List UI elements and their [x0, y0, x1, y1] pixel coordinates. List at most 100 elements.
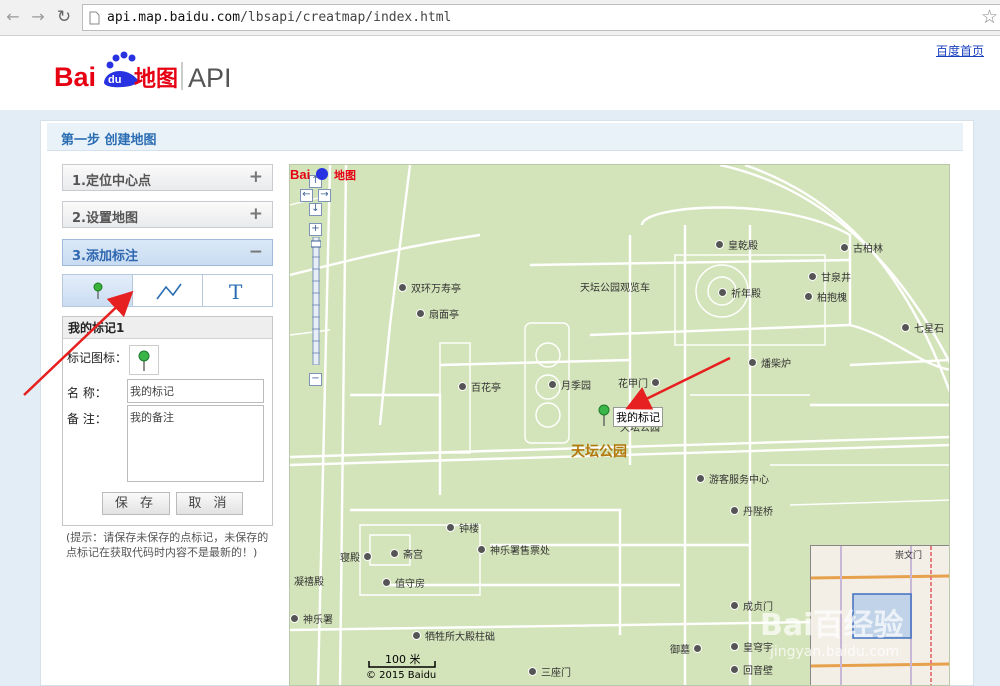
url-text: api.map.baidu.com/lbsapi/creatmap/index.… — [107, 10, 452, 25]
zoom-slider[interactable] — [311, 237, 321, 365]
map-baidu-logo: Bai 地图 — [290, 167, 356, 182]
poi-icon — [715, 240, 724, 249]
poi[interactable]: 牺牲所大殿柱础 — [412, 628, 495, 643]
save-button[interactable]: 保 存 — [102, 492, 170, 515]
step-header: 第一步 创建地图 — [47, 123, 963, 151]
poi-icon — [748, 358, 757, 367]
poi[interactable]: 百花亭 — [458, 379, 501, 394]
poi[interactable]: 寝殿 — [340, 549, 376, 564]
pan-down-icon[interactable]: ↓ — [309, 203, 322, 216]
svg-text:Bai: Bai — [54, 62, 96, 92]
copyright-text: © 2015 Baidu — [366, 670, 437, 681]
poi[interactable]: 扇面亭 — [416, 306, 459, 321]
poi[interactable]: 皇乾殿 — [715, 237, 758, 252]
svg-text:地图: 地图 — [334, 168, 356, 182]
poi[interactable]: 花甲门 — [618, 375, 664, 390]
poi[interactable]: 神乐署 — [290, 611, 333, 626]
poi[interactable]: 凝禧殿 — [294, 573, 324, 588]
poi-icon — [730, 506, 739, 515]
bookmark-star-icon[interactable]: ☆ — [981, 6, 998, 28]
poi[interactable]: 丹陛桥 — [730, 503, 773, 518]
overview-poi: 崇文门 — [895, 551, 923, 561]
poi-icon — [548, 380, 557, 389]
svg-text:T: T — [229, 280, 243, 304]
poi[interactable]: 三座门 — [528, 664, 571, 679]
poi[interactable]: 燔柴炉 — [748, 355, 791, 370]
accordion-map-settings[interactable]: 2.设置地图 + — [62, 201, 273, 228]
poi-icon — [290, 614, 299, 623]
site-header: 百度首页 Bai du 地图 API — [0, 36, 1000, 110]
home-link[interactable]: 百度首页 — [936, 42, 984, 59]
poi-icon — [808, 272, 817, 281]
accordion-locate-center[interactable]: 1.定位中心点 + — [62, 164, 273, 191]
accordion-label: 3.添加标注 — [72, 249, 138, 264]
page-icon — [89, 11, 100, 25]
poi-icon — [458, 382, 467, 391]
back-icon[interactable]: ← — [3, 7, 23, 27]
address-bar[interactable]: api.map.baidu.com/lbsapi/creatmap/index.… — [82, 4, 1000, 31]
pan-right-icon[interactable]: → — [318, 189, 331, 202]
pan-left-icon[interactable]: ← — [300, 189, 313, 202]
browser-toolbar: ← → ↻ api.map.baidu.com/lbsapi/creatmap/… — [0, 0, 1000, 36]
expand-icon[interactable]: + — [249, 167, 263, 187]
marker-form-title: 我的标记1 — [63, 317, 272, 339]
note-textarea[interactable]: 我的备注 — [127, 405, 264, 482]
collapse-icon[interactable]: − — [249, 242, 263, 262]
poi[interactable]: 月季园 — [548, 377, 591, 392]
tip-text: (提示：请保存未保存的点标记，未保存的点标记在获取代码时内容不是最新的！) — [66, 531, 269, 559]
poi[interactable]: 双环万寿亭 — [398, 280, 461, 295]
marker-icon-picker[interactable] — [129, 345, 159, 375]
poi[interactable]: 祈年殿 — [718, 285, 761, 300]
poi-icon — [398, 283, 407, 292]
poi[interactable]: 斋宫 — [390, 546, 423, 561]
poi-icon — [363, 552, 372, 561]
park-name-label: 天坛公园 — [571, 444, 627, 460]
marker-tool-tab[interactable] — [63, 275, 133, 306]
marker-tool-tabs: T — [62, 274, 273, 307]
poi[interactable]: 值守房 — [382, 575, 425, 590]
pin-icon — [93, 282, 103, 299]
expand-icon[interactable]: + — [249, 204, 263, 224]
poi-icon — [382, 578, 391, 587]
poi[interactable]: 回音壁 — [730, 662, 773, 677]
polyline-tool-tab[interactable] — [133, 275, 203, 306]
green-pin-icon — [138, 350, 150, 371]
poi-icon — [528, 667, 537, 676]
poi[interactable]: 甘泉井 — [808, 269, 851, 284]
cancel-button[interactable]: 取 消 — [176, 492, 243, 515]
poi[interactable]: 古柏林 — [840, 240, 883, 255]
svg-text:API: API — [188, 63, 232, 92]
poi[interactable]: 御墓 — [670, 641, 706, 656]
zoom-in-button[interactable]: + — [309, 223, 322, 236]
map-marker-pin-icon[interactable] — [596, 403, 612, 427]
forward-icon[interactable]: → — [28, 7, 48, 27]
poi[interactable]: 游客服务中心 — [696, 471, 769, 486]
baidu-map-logo[interactable]: Bai du 地图 API — [54, 50, 244, 93]
poi-icon — [840, 243, 849, 252]
scale-label: 100 米 — [385, 653, 421, 666]
name-label: 名 称： — [67, 386, 107, 400]
poi-icon — [693, 644, 702, 653]
poi-icon — [696, 474, 705, 483]
poi[interactable]: 七星石 — [901, 320, 944, 335]
svg-text:Bai: Bai — [290, 167, 310, 182]
poi-icon — [477, 545, 486, 554]
step-title: 第一步 创建地图 — [61, 133, 157, 148]
poi[interactable]: 钟楼 — [446, 520, 479, 535]
reload-icon[interactable]: ↻ — [54, 7, 74, 27]
polyline-icon — [156, 283, 182, 300]
poi-icon — [730, 601, 739, 610]
poi[interactable]: 柏抱槐 — [804, 289, 847, 304]
poi-icon — [412, 631, 421, 640]
poi[interactable]: 天坛公园观览车 — [580, 283, 660, 295]
poi[interactable]: 神乐署售票处 — [477, 542, 550, 557]
poi-icon — [718, 288, 727, 297]
text-tool-icon: T — [229, 280, 243, 304]
accordion-add-markers[interactable]: 3.添加标注 − — [62, 239, 273, 266]
svg-text:地图: 地图 — [134, 67, 178, 92]
marker-label[interactable]: 我的标记 — [613, 407, 663, 427]
poi-icon — [730, 665, 739, 674]
name-input[interactable]: 我的标记 — [127, 379, 264, 403]
text-tool-tab[interactable]: T — [203, 275, 273, 306]
zoom-out-button[interactable]: − — [309, 373, 322, 386]
